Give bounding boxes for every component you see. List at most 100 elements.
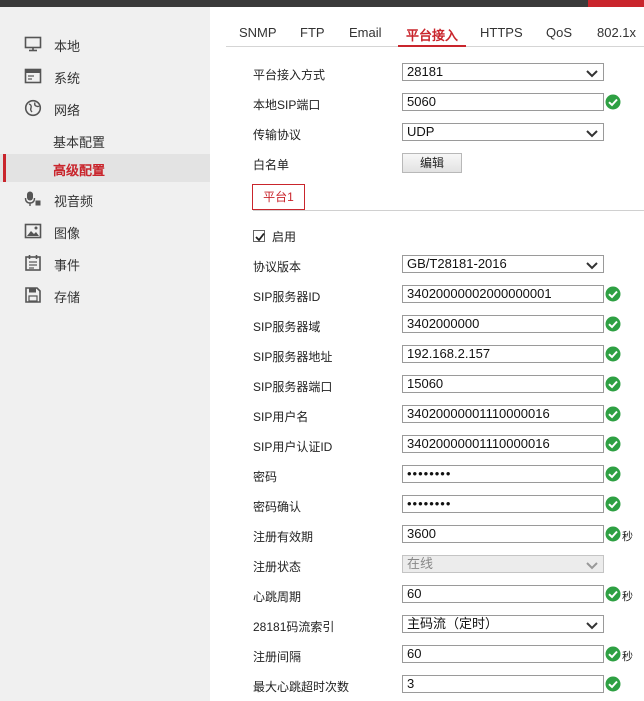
chevron-down-icon	[586, 619, 598, 630]
transport-protocol-select[interactable]: UDP	[402, 123, 604, 141]
register-validity-label: 注册有效期	[253, 530, 314, 544]
enable-checkbox[interactable]	[253, 230, 265, 242]
sidebar-item-image[interactable]: 图像	[0, 216, 210, 246]
tab-label: QoS	[546, 25, 573, 40]
tab-https[interactable]: HTTPS	[480, 20, 523, 46]
whitelist-edit-button[interactable]: 编辑	[402, 153, 462, 173]
register-interval-input[interactable]: 60	[402, 645, 604, 663]
check-circle-icon	[605, 466, 621, 482]
register-interval-label: 注册间隔	[253, 650, 302, 664]
sidebar-item-system[interactable]: 系统	[0, 61, 210, 91]
register-validity-unit: 秒	[622, 531, 633, 543]
tab-8021x[interactable]: 802.1x	[597, 20, 636, 46]
heartbeat-period-label: 心跳周期	[253, 590, 302, 604]
sidebar-subitem-basic-config[interactable]: 基本配置	[0, 126, 210, 154]
sip-server-address-label: SIP服务器地址	[253, 350, 333, 364]
floppy-disk-icon	[24, 286, 42, 304]
sidebar-item-label: 存储	[54, 290, 81, 305]
sidebar-item-label: 系统	[54, 71, 81, 86]
sidebar-item-event[interactable]: 事件	[0, 248, 210, 278]
register-interval-value: 60	[407, 646, 422, 661]
password-value: ••••••••	[407, 466, 452, 481]
tab-label: SNMP	[239, 25, 277, 40]
sip-username-label: SIP用户名	[253, 410, 309, 424]
heartbeat-period-value: 60	[407, 586, 422, 601]
tab-qos[interactable]: QoS	[546, 20, 572, 46]
sip-server-address-input[interactable]: 192.168.2.157	[402, 345, 604, 363]
sidebar-item-local[interactable]: 本地	[0, 29, 210, 59]
sip-server-id-label: SIP服务器ID	[253, 290, 321, 304]
protocol-version-select[interactable]: GB/T28181-2016	[402, 255, 604, 273]
sidebar-subitem-label: 基本配置	[53, 135, 106, 150]
sip-username-input[interactable]: 34020000001110000016	[402, 405, 604, 423]
local-sip-port-input[interactable]: 5060	[402, 93, 604, 111]
sidebar: 本地 系统 网络 基本配置 高级配置 视音频 图像 事件 存储	[0, 7, 210, 701]
register-status-value: 在线	[407, 556, 434, 571]
sip-server-domain-input[interactable]: 3402000000	[402, 315, 604, 333]
heartbeat-period-input[interactable]: 60	[402, 585, 604, 603]
local-sip-port-value: 5060	[407, 94, 436, 109]
sidebar-item-video-audio[interactable]: 视音频	[0, 184, 210, 214]
protocol-version-label: 协议版本	[253, 260, 302, 274]
check-circle-icon	[605, 436, 621, 452]
tab-ftp[interactable]: FTP	[300, 20, 325, 46]
chevron-down-icon	[586, 67, 598, 78]
stream-index-label: 28181码流索引	[253, 620, 335, 634]
tab-label: FTP	[300, 25, 325, 40]
sip-server-port-label: SIP服务器端口	[253, 380, 333, 394]
sidebar-item-label: 本地	[54, 39, 81, 54]
monitor-icon	[24, 35, 42, 53]
sip-auth-id-value: 34020000001110000016	[407, 436, 550, 451]
sip-auth-id-input[interactable]: 34020000001110000016	[402, 435, 604, 453]
enable-label: 启用	[272, 230, 297, 244]
check-circle-icon	[605, 346, 621, 362]
sidebar-subitem-label: 高级配置	[53, 163, 106, 178]
check-circle-icon	[605, 646, 621, 662]
top-bar-accent	[588, 0, 644, 7]
chevron-down-icon	[586, 259, 598, 270]
transport-protocol-label: 传输协议	[253, 128, 302, 142]
sip-server-port-input[interactable]: 15060	[402, 375, 604, 393]
heartbeat-period-unit: 秒	[622, 591, 633, 603]
chevron-down-icon	[586, 559, 598, 570]
password-label: 密码	[253, 470, 278, 484]
sip-server-id-input[interactable]: 34020000002000000001	[402, 285, 604, 303]
sip-server-domain-label: SIP服务器域	[253, 320, 321, 334]
sidebar-item-network[interactable]: 网络	[0, 93, 210, 123]
sidebar-item-label: 事件	[54, 258, 81, 273]
max-heartbeat-timeout-input[interactable]: 3	[402, 675, 604, 693]
globe-icon	[24, 99, 42, 117]
config-tabs: SNMP FTP Email 平台接入 HTTPS QoS 802.1x	[226, 20, 644, 47]
tab-label: Email	[349, 25, 382, 40]
sidebar-item-label: 网络	[54, 103, 81, 118]
register-status-select: 在线	[402, 555, 604, 573]
check-circle-icon	[605, 676, 621, 692]
stream-index-value: 主码流（定时）	[407, 616, 499, 631]
system-window-icon	[24, 67, 42, 85]
sidebar-subitem-advanced-config[interactable]: 高级配置	[0, 154, 210, 182]
register-validity-input[interactable]: 3600	[402, 525, 604, 543]
sidebar-item-storage[interactable]: 存储	[0, 280, 210, 310]
register-status-label: 注册状态	[253, 560, 302, 574]
check-circle-icon	[605, 496, 621, 512]
tab-email[interactable]: Email	[349, 20, 382, 46]
protocol-version-value: GB/T28181-2016	[407, 256, 507, 271]
chevron-down-icon	[586, 127, 598, 138]
max-heartbeat-timeout-label: 最大心跳超时次数	[253, 680, 350, 694]
tab-platform-access[interactable]: 平台接入	[397, 20, 467, 47]
access-mode-select[interactable]: 28181	[402, 63, 604, 81]
tab-snmp[interactable]: SNMP	[239, 20, 277, 46]
password-confirm-input[interactable]: ••••••••	[402, 495, 604, 513]
password-input[interactable]: ••••••••	[402, 465, 604, 483]
check-circle-icon	[605, 376, 621, 392]
sip-server-address-value: 192.168.2.157	[407, 346, 491, 361]
check-circle-icon	[605, 586, 621, 602]
register-validity-value: 3600	[407, 526, 436, 541]
password-confirm-label: 密码确认	[253, 500, 302, 514]
sip-username-value: 34020000001110000016	[407, 406, 550, 421]
whitelist-label: 白名单	[253, 158, 290, 172]
image-icon	[24, 222, 42, 240]
check-circle-icon	[605, 316, 621, 332]
tab-platform-1[interactable]: 平台1	[252, 184, 305, 210]
stream-index-select[interactable]: 主码流（定时）	[402, 615, 604, 633]
